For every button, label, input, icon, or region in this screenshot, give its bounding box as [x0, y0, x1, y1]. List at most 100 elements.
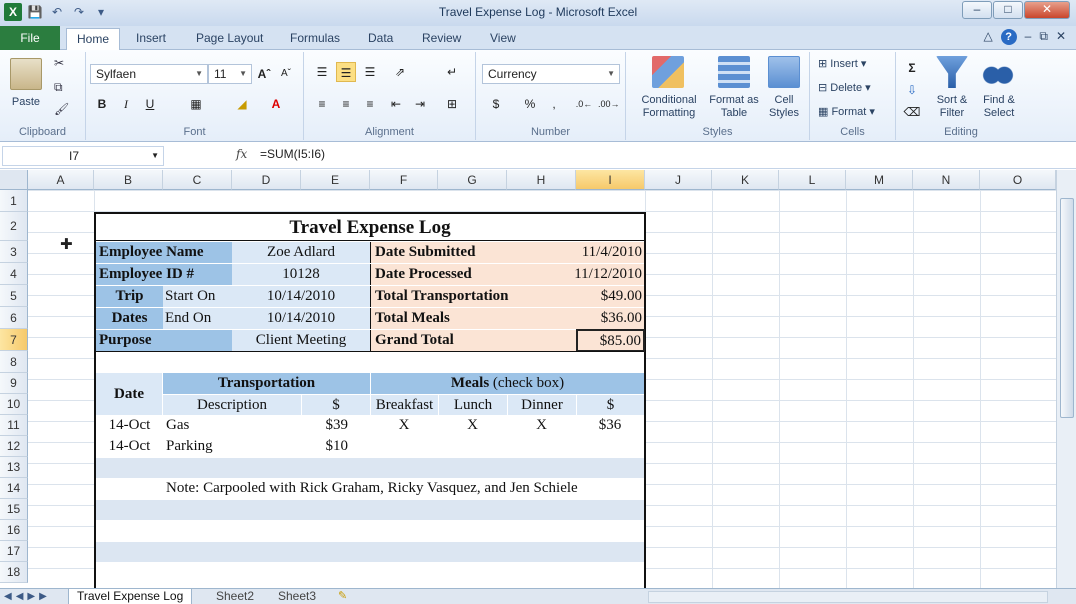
sort-filter-icon[interactable] — [936, 56, 968, 88]
row-header-7[interactable]: 7 — [0, 329, 28, 351]
tab-review[interactable]: Review — [412, 28, 471, 50]
increase-indent-icon[interactable]: ⇥ — [410, 94, 430, 114]
grow-font-icon[interactable]: Aˆ — [254, 64, 274, 84]
table-row[interactable] — [96, 458, 644, 478]
employee-name-value[interactable]: Zoe Adlard — [232, 242, 370, 263]
binoculars-icon[interactable] — [982, 56, 1014, 88]
select-all-corner[interactable] — [0, 170, 28, 190]
col-header-n[interactable]: N — [913, 170, 980, 190]
fill-color-icon[interactable]: ◢ — [232, 94, 252, 114]
scroll-thumb[interactable] — [1060, 198, 1074, 418]
col-header-a[interactable]: A — [28, 170, 94, 190]
autosum-icon[interactable]: Σ — [902, 58, 922, 78]
tab-data[interactable]: Data — [358, 28, 403, 50]
col-header-m[interactable]: M — [846, 170, 913, 190]
conditional-formatting-icon[interactable] — [652, 56, 684, 88]
format-as-table-button[interactable]: Format as Table — [706, 94, 762, 120]
italic-button[interactable]: I — [116, 94, 136, 114]
insert-function-icon[interactable]: fx — [236, 147, 247, 161]
tab-view[interactable]: View — [480, 28, 526, 50]
orientation-icon[interactable]: ⇗ — [390, 62, 410, 82]
sheet-nav-arrows-icon[interactable]: ◀◀▶▶ — [4, 589, 51, 604]
end-on-label[interactable]: End On — [163, 308, 232, 329]
tab-home[interactable]: Home — [66, 28, 121, 50]
font-color-icon[interactable]: A — [266, 94, 286, 114]
date-submitted-value[interactable]: 11/4/2010 — [508, 242, 644, 263]
vertical-scrollbar[interactable] — [1056, 170, 1076, 588]
col-header-h[interactable]: H — [507, 170, 576, 190]
merge-center-icon[interactable]: ⊞ — [442, 94, 462, 114]
format-painter-icon[interactable]: 🖌 — [54, 102, 69, 116]
col-header-o[interactable]: O — [980, 170, 1056, 190]
decrease-decimal-icon[interactable]: .00→ — [598, 94, 620, 114]
purpose-label[interactable]: Purpose — [96, 330, 232, 351]
row-header-18[interactable]: 18 — [0, 562, 28, 583]
tab-insert[interactable]: Insert — [126, 28, 176, 50]
paste-icon[interactable] — [10, 58, 42, 90]
number-format-select[interactable]: Currency ▼ — [482, 64, 620, 84]
shrink-font-icon[interactable]: Aˇ — [276, 64, 296, 84]
entry-amount[interactable]: $10 — [301, 436, 370, 457]
col-header-f[interactable]: F — [370, 170, 438, 190]
row-header-12[interactable]: 12 — [0, 436, 28, 457]
maximize-button[interactable]: □ — [993, 1, 1023, 19]
form-title[interactable]: Travel Expense Log — [96, 214, 644, 241]
entry-breakfast[interactable]: X — [370, 415, 438, 436]
align-left-icon[interactable]: ≡ — [312, 94, 332, 114]
copy-icon[interactable]: ⧉ — [54, 80, 63, 95]
cell-styles-button[interactable]: Cell Styles — [762, 94, 806, 120]
row-header-17[interactable]: 17 — [0, 541, 28, 562]
find-select-button[interactable]: Find & Select — [976, 94, 1022, 120]
row-header-15[interactable]: 15 — [0, 499, 28, 520]
grand-total-value[interactable]: $85.00 — [576, 329, 645, 352]
transport-amount-header[interactable]: $ — [301, 394, 370, 415]
col-header-g[interactable]: G — [438, 170, 507, 190]
employee-id-value[interactable]: 10128 — [232, 264, 370, 285]
row-header-8[interactable]: 8 — [0, 351, 28, 373]
underline-button[interactable]: U — [140, 94, 160, 114]
cut-icon[interactable]: ✂ — [54, 56, 64, 70]
help-icon[interactable]: ? — [1000, 29, 1017, 45]
transportation-header[interactable]: Transportation — [163, 373, 370, 394]
col-header-j[interactable]: J — [645, 170, 712, 190]
delete-cells-button[interactable]: ⊟ Delete ▾ — [818, 82, 871, 95]
description-header[interactable]: Description — [163, 394, 301, 415]
doc-restore-icon[interactable]: ⧉ — [1039, 29, 1048, 45]
row-header-9[interactable]: 9 — [0, 373, 28, 394]
row-header-2[interactable]: 2 — [0, 212, 28, 241]
row-header-16[interactable]: 16 — [0, 520, 28, 541]
purpose-value[interactable]: Client Meeting — [232, 330, 370, 351]
align-middle-icon[interactable]: ☰ — [336, 62, 356, 82]
font-name-select[interactable]: Sylfaen ▼ — [90, 64, 208, 84]
row-header-4[interactable]: 4 — [0, 263, 28, 285]
col-header-k[interactable]: K — [712, 170, 779, 190]
align-top-icon[interactable]: ☰ — [312, 62, 332, 82]
align-bottom-icon[interactable]: ☰ — [360, 62, 380, 82]
row-header-1[interactable]: 1 — [0, 190, 28, 212]
formula-input[interactable]: =SUM(I5:I6) — [260, 147, 325, 161]
lunch-header[interactable]: Lunch — [438, 394, 507, 415]
conditional-formatting-button[interactable]: Conditional Formatting — [628, 94, 710, 120]
insert-sheet-icon[interactable]: ✎ — [338, 589, 347, 604]
col-header-b[interactable]: B — [94, 170, 163, 190]
fill-icon[interactable]: ⇩ — [902, 80, 922, 100]
row-header-6[interactable]: 6 — [0, 307, 28, 329]
total-meals-value[interactable]: $36.00 — [576, 308, 644, 329]
clear-icon[interactable]: ⌫ — [902, 102, 922, 122]
total-transportation-label[interactable]: Total Transportation — [370, 286, 576, 307]
col-header-i[interactable]: I — [576, 170, 645, 190]
accounting-format-button[interactable]: $ — [486, 94, 506, 114]
grand-total-label[interactable]: Grand Total — [370, 330, 576, 351]
dinner-header[interactable]: Dinner — [507, 394, 576, 415]
row-header-14[interactable]: 14 — [0, 478, 28, 499]
col-header-e[interactable]: E — [301, 170, 370, 190]
close-button[interactable]: ✕ — [1024, 1, 1070, 19]
percent-style-button[interactable]: % — [520, 94, 540, 114]
entry-meals[interactable]: $36 — [576, 415, 644, 436]
entry-date[interactable]: 14-Oct — [96, 436, 163, 457]
entry-dinner[interactable]: X — [507, 415, 576, 436]
dates-label[interactable]: Dates — [96, 308, 163, 329]
row-header-13[interactable]: 13 — [0, 457, 28, 478]
ribbon-minimize-icon[interactable]: △ — [983, 29, 992, 45]
note-text[interactable]: Note: Carpooled with Rick Graham, Ricky … — [166, 478, 644, 499]
